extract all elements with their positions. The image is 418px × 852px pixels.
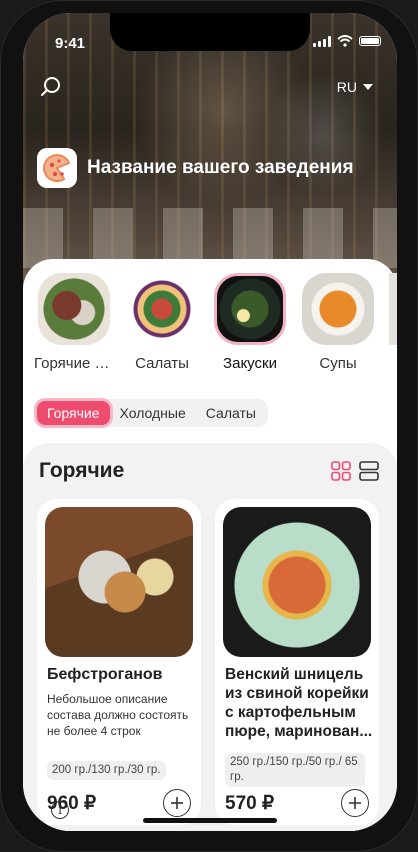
section-title: Горячие xyxy=(39,459,125,482)
add-to-cart-button[interactable] xyxy=(163,789,191,817)
product-photo xyxy=(45,507,193,657)
restaurant-logo xyxy=(37,148,77,188)
product-weight: 250 гр./150 гр./50 гр./ 65 гр. xyxy=(225,753,365,787)
menu-sheet: Горячие блюда Салаты Закуски Супы xyxy=(23,259,397,831)
product-price: 570 ₽ xyxy=(225,793,275,814)
battery-icon xyxy=(359,36,381,46)
category-image xyxy=(38,273,110,345)
category-label: Супы xyxy=(319,355,357,372)
category-label: Горячие блюда xyxy=(34,355,114,372)
product-photo xyxy=(223,507,371,657)
category-image xyxy=(389,273,397,345)
chevron-down-icon xyxy=(363,84,373,90)
subcategory-tabs: Горячие Холодные Салаты xyxy=(35,399,268,427)
restaurant-brand: Название вашего заведения xyxy=(37,148,354,188)
product-price: 960 ₽ xyxy=(47,793,97,814)
plus-icon xyxy=(171,797,183,809)
search-icon[interactable] xyxy=(39,75,63,99)
home-indicator xyxy=(143,818,277,823)
category-label: Закуски xyxy=(223,355,277,372)
category-item[interactable] xyxy=(389,273,397,372)
product-description: Небольшое описание состава должно состоя… xyxy=(47,692,189,738)
signal-icon xyxy=(313,35,331,47)
category-label: Салаты xyxy=(135,355,189,372)
status-icons xyxy=(313,35,381,47)
category-item-active[interactable]: Закуски xyxy=(213,273,287,372)
language-label: RU xyxy=(336,79,357,95)
product-card[interactable]: Венский шницель из свиной корейки с карт… xyxy=(215,499,379,825)
app-screen: 9:41 RU Название вашего заведения Горячи… xyxy=(23,13,397,831)
restaurant-name: Название вашего заведения xyxy=(87,157,354,178)
plus-icon xyxy=(349,797,361,809)
wifi-icon xyxy=(337,35,353,47)
tab-hot[interactable]: Горячие xyxy=(37,401,110,425)
language-selector[interactable]: RU xyxy=(337,79,373,95)
category-item[interactable]: Горячие блюда xyxy=(34,273,114,372)
category-image xyxy=(214,273,286,345)
product-name: Бефстроганов xyxy=(47,666,163,683)
category-item[interactable]: Салаты xyxy=(125,273,199,372)
product-weight: 200 гр./130 гр./30 гр. xyxy=(47,761,166,780)
phone-frame: 9:41 RU Название вашего заведения Горячи… xyxy=(0,0,418,852)
notch xyxy=(110,13,310,51)
category-item[interactable]: Супы xyxy=(301,273,375,372)
tab-salads[interactable]: Салаты xyxy=(196,401,266,425)
grid-view-icon[interactable] xyxy=(331,461,351,481)
category-list: Горячие блюда Салаты Закуски Супы xyxy=(34,273,397,372)
product-name: Венский шницель из свиной корейки с карт… xyxy=(225,666,373,740)
add-to-cart-button[interactable] xyxy=(341,789,369,817)
products-section: Горячие i Бефстроганов Небольшое описани… xyxy=(23,443,397,831)
list-view-icon[interactable] xyxy=(359,461,379,481)
category-image xyxy=(302,273,374,345)
product-card[interactable]: i Бефстроганов Небольшое описание состав… xyxy=(37,499,201,825)
tab-cold[interactable]: Холодные xyxy=(110,401,196,425)
pizza-icon xyxy=(43,154,71,182)
category-image xyxy=(126,273,198,345)
status-time: 9:41 xyxy=(55,35,86,52)
